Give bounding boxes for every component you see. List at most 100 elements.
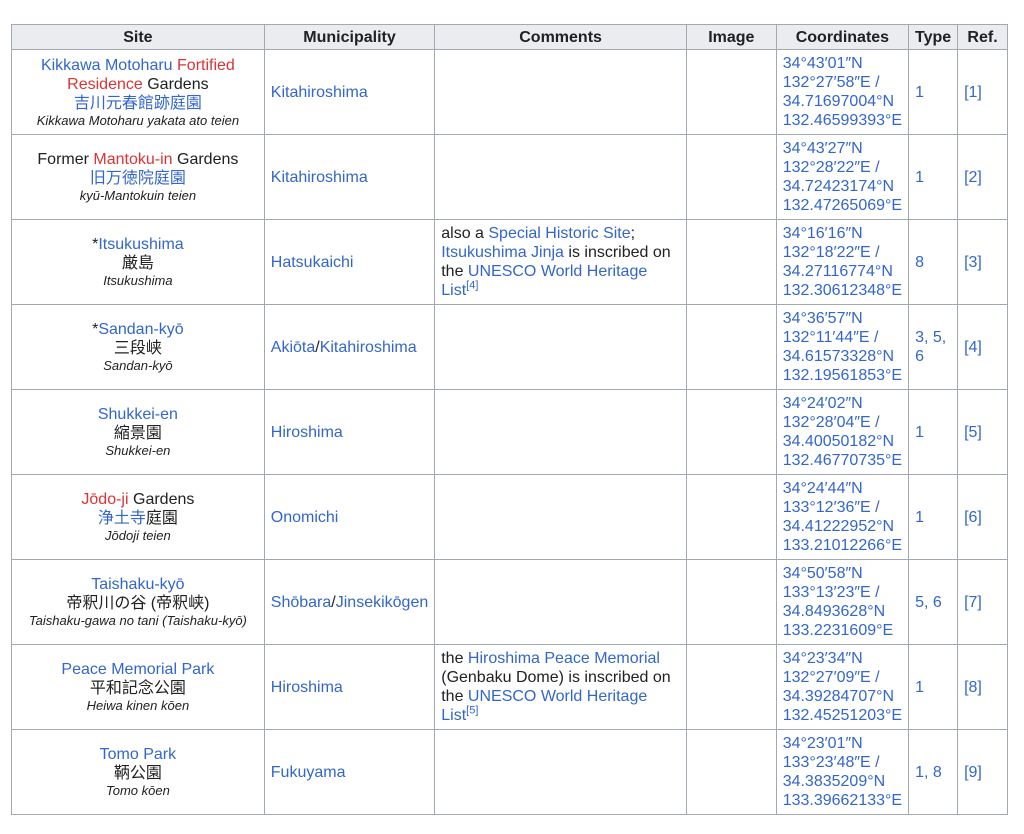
coord-lat[interactable]: 34°24′02″N bbox=[783, 394, 902, 413]
header-ref[interactable]: Ref. bbox=[957, 24, 1008, 50]
header-coordinates[interactable]: Coordinates bbox=[775, 24, 910, 50]
site-japanese-link[interactable]: 旧万徳院庭園 bbox=[18, 169, 258, 188]
municipality-link[interactable]: Kitahiroshima bbox=[320, 339, 417, 356]
type-cell: 5, 6 bbox=[908, 559, 959, 645]
coord-lat-decimal[interactable]: 34.71697004°N bbox=[783, 92, 902, 111]
coord-lat[interactable]: 34°23′01″N bbox=[783, 734, 902, 753]
site-link[interactable]: Shukkei-en bbox=[98, 406, 178, 423]
municipality-cell: Akiōta/Kitahiroshima bbox=[263, 304, 436, 390]
site-cell: Jōdo-ji Gardens 浄土寺庭園 Jōdoji teien bbox=[11, 474, 265, 560]
coord-lat-decimal[interactable]: 34.72423174°N bbox=[783, 177, 902, 196]
ref-cell: [5] bbox=[957, 389, 1008, 475]
coord-lat-decimal[interactable]: 34.27116774°N bbox=[783, 262, 902, 281]
coord-lat-decimal[interactable]: 34.41222952°N bbox=[783, 517, 902, 536]
coord-lon[interactable]: 133°23′48″E / bbox=[783, 753, 902, 772]
coordinates-cell: 34°50′58″N 133°13′23″E / 34.8493628°N 13… bbox=[775, 559, 910, 645]
ref-link[interactable]: [2] bbox=[964, 169, 982, 186]
ref-link[interactable]: [1] bbox=[964, 84, 982, 101]
coord-lat[interactable]: 34°43′01″N bbox=[783, 54, 902, 73]
coord-lat[interactable]: 34°43′27″N bbox=[783, 139, 902, 158]
coord-lat-decimal[interactable]: 34.8493628°N bbox=[783, 602, 902, 621]
coord-lon-decimal[interactable]: 133.2231609°E bbox=[783, 621, 902, 640]
coord-lat[interactable]: 34°23′34″N bbox=[783, 649, 902, 668]
municipality-cell: Kitahiroshima bbox=[263, 134, 436, 220]
site-japanese-link[interactable]: 浄土寺 bbox=[98, 510, 146, 527]
site-cell: Former Mantoku-in Gardens 旧万徳院庭園 kyū-Man… bbox=[11, 134, 265, 220]
coord-lon[interactable]: 132°27′58″E / bbox=[783, 73, 902, 92]
municipality-link[interactable]: Hiroshima bbox=[271, 424, 343, 441]
coord-lon-decimal[interactable]: 132.46770735°E bbox=[783, 451, 902, 470]
site-link[interactable]: Tomo Park bbox=[100, 746, 176, 763]
header-site[interactable]: Site bbox=[11, 24, 265, 50]
municipality-link[interactable]: Hiroshima bbox=[271, 679, 343, 696]
coord-lon[interactable]: 132°18′22″E / bbox=[783, 243, 902, 262]
coord-lon-decimal[interactable]: 132.19561853°E bbox=[783, 366, 902, 385]
coord-lon[interactable]: 132°11′44″E / bbox=[783, 328, 902, 347]
coord-lon-decimal[interactable]: 132.45251203°E bbox=[783, 706, 902, 725]
comment-link[interactable]: Special Historic Site bbox=[488, 225, 630, 242]
ref-link[interactable]: [5] bbox=[964, 424, 982, 441]
ref-link[interactable]: [8] bbox=[964, 679, 982, 696]
site-japanese-link[interactable]: 吉川元春館跡庭園 bbox=[18, 94, 258, 113]
comments-cell bbox=[434, 474, 687, 560]
coord-lon-decimal[interactable]: 132.30612348°E bbox=[783, 281, 902, 300]
comments-cell: the Hiroshima Peace Memorial (Genbaku Do… bbox=[434, 644, 687, 730]
site-cell: Shukkei-en 縮景園 Shukkei-en bbox=[11, 389, 265, 475]
municipality-link[interactable]: Akiōta bbox=[271, 339, 315, 356]
coord-lon[interactable]: 133°12′36″E / bbox=[783, 498, 902, 517]
coord-lat[interactable]: 34°36′57″N bbox=[783, 309, 902, 328]
coord-lat-decimal[interactable]: 34.40050182°N bbox=[783, 432, 902, 451]
site-link[interactable]: Itsukushima bbox=[98, 236, 183, 253]
municipality-link[interactable]: Kitahiroshima bbox=[271, 84, 368, 101]
site-redlink[interactable]: Mantoku-in bbox=[93, 151, 172, 168]
municipality-link[interactable]: Jinsekikōgen bbox=[336, 594, 429, 611]
heritage-sites-table: Site Municipality Comments Image Coordin… bbox=[11, 24, 1008, 815]
ref-link[interactable]: [7] bbox=[964, 594, 982, 611]
footnote-link[interactable]: [5] bbox=[466, 705, 478, 717]
municipality-link[interactable]: Kitahiroshima bbox=[271, 169, 368, 186]
site-link[interactable]: Peace Memorial Park bbox=[61, 661, 214, 678]
ref-cell: [6] bbox=[957, 474, 1008, 560]
coord-lat[interactable]: 34°50′58″N bbox=[783, 564, 902, 583]
site-romaji: Tomo kōen bbox=[105, 783, 170, 798]
coord-lon[interactable]: 132°27′09″E / bbox=[783, 668, 902, 687]
coord-lon[interactable]: 132°28′04″E / bbox=[783, 413, 902, 432]
site-cell: Taishaku-kyō 帝釈川の谷 (帝釈峡) Taishaku-gawa n… bbox=[11, 559, 265, 645]
coord-lat-decimal[interactable]: 34.3835209°N bbox=[783, 772, 902, 791]
coord-lon[interactable]: 133°13′23″E / bbox=[783, 583, 902, 602]
site-romaji: Heiwa kinen kōen bbox=[86, 698, 190, 713]
site-redlink[interactable]: Jōdo-ji bbox=[81, 491, 128, 508]
coord-lat-decimal[interactable]: 34.39284707°N bbox=[783, 687, 902, 706]
header-municipality[interactable]: Municipality bbox=[263, 24, 436, 50]
header-image[interactable]: Image bbox=[685, 24, 777, 50]
municipality-link[interactable]: Hatsukaichi bbox=[271, 254, 354, 271]
type-cell: 1 bbox=[908, 49, 959, 135]
ref-cell: [1] bbox=[957, 49, 1008, 135]
municipality-link[interactable]: Shōbara bbox=[271, 594, 332, 611]
coord-lat[interactable]: 34°16′16″N bbox=[783, 224, 902, 243]
ref-link[interactable]: [6] bbox=[964, 509, 982, 526]
footnote-link[interactable]: [4] bbox=[466, 280, 478, 292]
comment-link[interactable]: Itsukushima Jinja bbox=[441, 244, 564, 261]
coord-lat-decimal[interactable]: 34.61573328°N bbox=[783, 347, 902, 366]
site-link[interactable]: Sandan-kyō bbox=[98, 321, 183, 338]
header-comments[interactable]: Comments bbox=[434, 24, 687, 50]
header-type[interactable]: Type bbox=[908, 24, 959, 50]
coord-lon-decimal[interactable]: 132.47265069°E bbox=[783, 196, 902, 215]
site-link[interactable]: Kikkawa Motoharu bbox=[41, 57, 173, 74]
site-romaji: Sandan-kyō bbox=[103, 358, 173, 373]
coord-lon-decimal[interactable]: 132.46599393°E bbox=[783, 111, 902, 130]
comment-link[interactable]: Hiroshima Peace Memorial bbox=[468, 650, 660, 667]
coord-lat[interactable]: 34°24′44″N bbox=[783, 479, 902, 498]
coord-lon-decimal[interactable]: 133.21012266°E bbox=[783, 536, 902, 555]
coord-lon-decimal[interactable]: 133.39662133°E bbox=[783, 791, 902, 810]
municipality-link[interactable]: Fukuyama bbox=[271, 764, 346, 781]
site-japanese: 縮景園 bbox=[113, 425, 162, 442]
ref-link[interactable]: [3] bbox=[964, 254, 982, 271]
ref-link[interactable]: [9] bbox=[964, 764, 982, 781]
site-link[interactable]: Taishaku-kyō bbox=[91, 576, 184, 593]
ref-link[interactable]: [4] bbox=[964, 339, 982, 356]
coord-lon[interactable]: 132°28′22″E / bbox=[783, 158, 902, 177]
municipality-link[interactable]: Onomichi bbox=[271, 509, 339, 526]
ref-cell: [4] bbox=[957, 304, 1008, 390]
